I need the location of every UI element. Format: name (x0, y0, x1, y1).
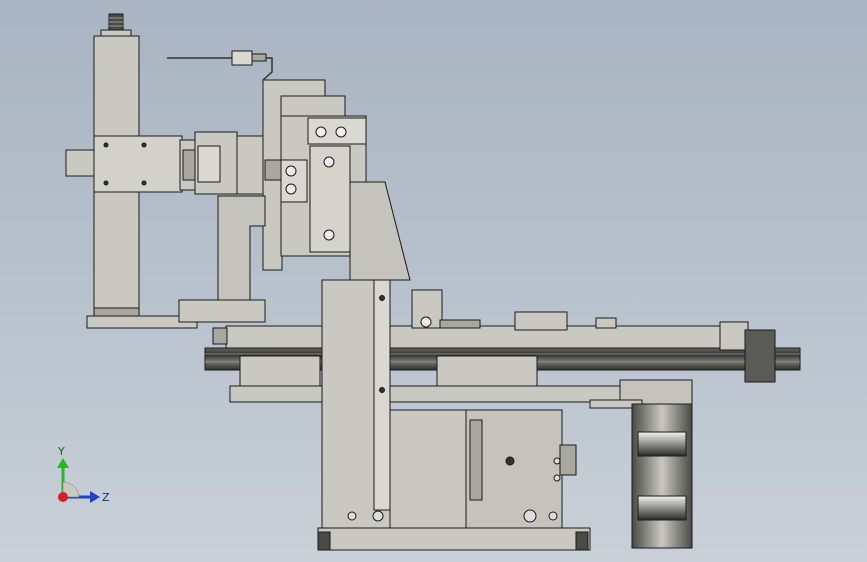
drum-slot (637, 431, 687, 457)
arm-base (178, 299, 266, 323)
motor-bolt (553, 457, 561, 465)
drive-pulley (523, 509, 537, 523)
column-cap (100, 29, 132, 37)
head-block (280, 95, 346, 117)
cable-drum[interactable] (589, 379, 693, 549)
bolt-block (212, 327, 228, 345)
beam-block (514, 311, 568, 331)
base-plate[interactable] (317, 527, 591, 551)
motor-cap (744, 329, 776, 383)
z-axis-label: Z (102, 491, 110, 504)
sensor-cable (251, 53, 267, 62)
gripper-jaw (197, 145, 221, 183)
side-block (280, 159, 308, 203)
column-flange-left (65, 149, 97, 177)
sensor-probe[interactable] (167, 50, 273, 81)
motor-bolt (505, 456, 515, 466)
fitting-nut (420, 316, 432, 328)
base-slab (317, 527, 591, 551)
foot-bolt (347, 511, 357, 521)
drum-slot (637, 495, 687, 521)
machine-assembly[interactable] (65, 13, 801, 551)
drum-body (631, 403, 693, 549)
bolt (379, 295, 385, 301)
coordinate-triad: Y Z (57, 445, 110, 504)
sensor-head (231, 50, 253, 66)
gripper-block[interactable] (179, 131, 266, 195)
carriage-edge (373, 279, 391, 511)
bolt-head (315, 126, 327, 138)
bolt-head (323, 156, 335, 168)
x-axis-dot-icon (58, 492, 68, 502)
motor-end (719, 321, 749, 351)
cad-viewport[interactable]: Y Z (0, 0, 867, 562)
motor-housing (389, 409, 473, 529)
rail-carriage-left (239, 355, 321, 387)
connector (559, 444, 577, 476)
rail-carriage-right (436, 355, 538, 387)
motor-bolt (553, 474, 561, 482)
z-arrowhead-icon (90, 491, 100, 503)
bracket-pin (264, 159, 284, 181)
gearbox-flange (469, 419, 483, 501)
bolt-head (285, 165, 297, 177)
bracket-lower (217, 195, 266, 301)
bolt (141, 180, 147, 186)
gusset (349, 181, 411, 281)
main-beam[interactable] (204, 289, 801, 403)
foot-bolt (372, 510, 384, 522)
bolt (379, 387, 385, 393)
beam-clip (595, 317, 617, 329)
bolt-head (285, 183, 297, 195)
tube (439, 319, 481, 329)
beam-lower (229, 385, 641, 403)
bolt (103, 180, 109, 186)
base-foot-left (317, 531, 331, 551)
gripper-joint-inner (182, 149, 196, 181)
y-arrowhead-icon (57, 458, 69, 468)
bolt-head (323, 229, 335, 241)
gripper-mount (236, 135, 266, 195)
y-axis-label: Y (57, 445, 65, 458)
bolt (103, 142, 109, 148)
column-foot (93, 307, 140, 317)
bolt (141, 142, 147, 148)
bolt-head (335, 126, 347, 138)
center-carriage[interactable] (321, 279, 391, 539)
drive-pulley-small (548, 511, 558, 521)
base-foot-right (575, 531, 589, 551)
vertical-column[interactable] (65, 13, 198, 329)
